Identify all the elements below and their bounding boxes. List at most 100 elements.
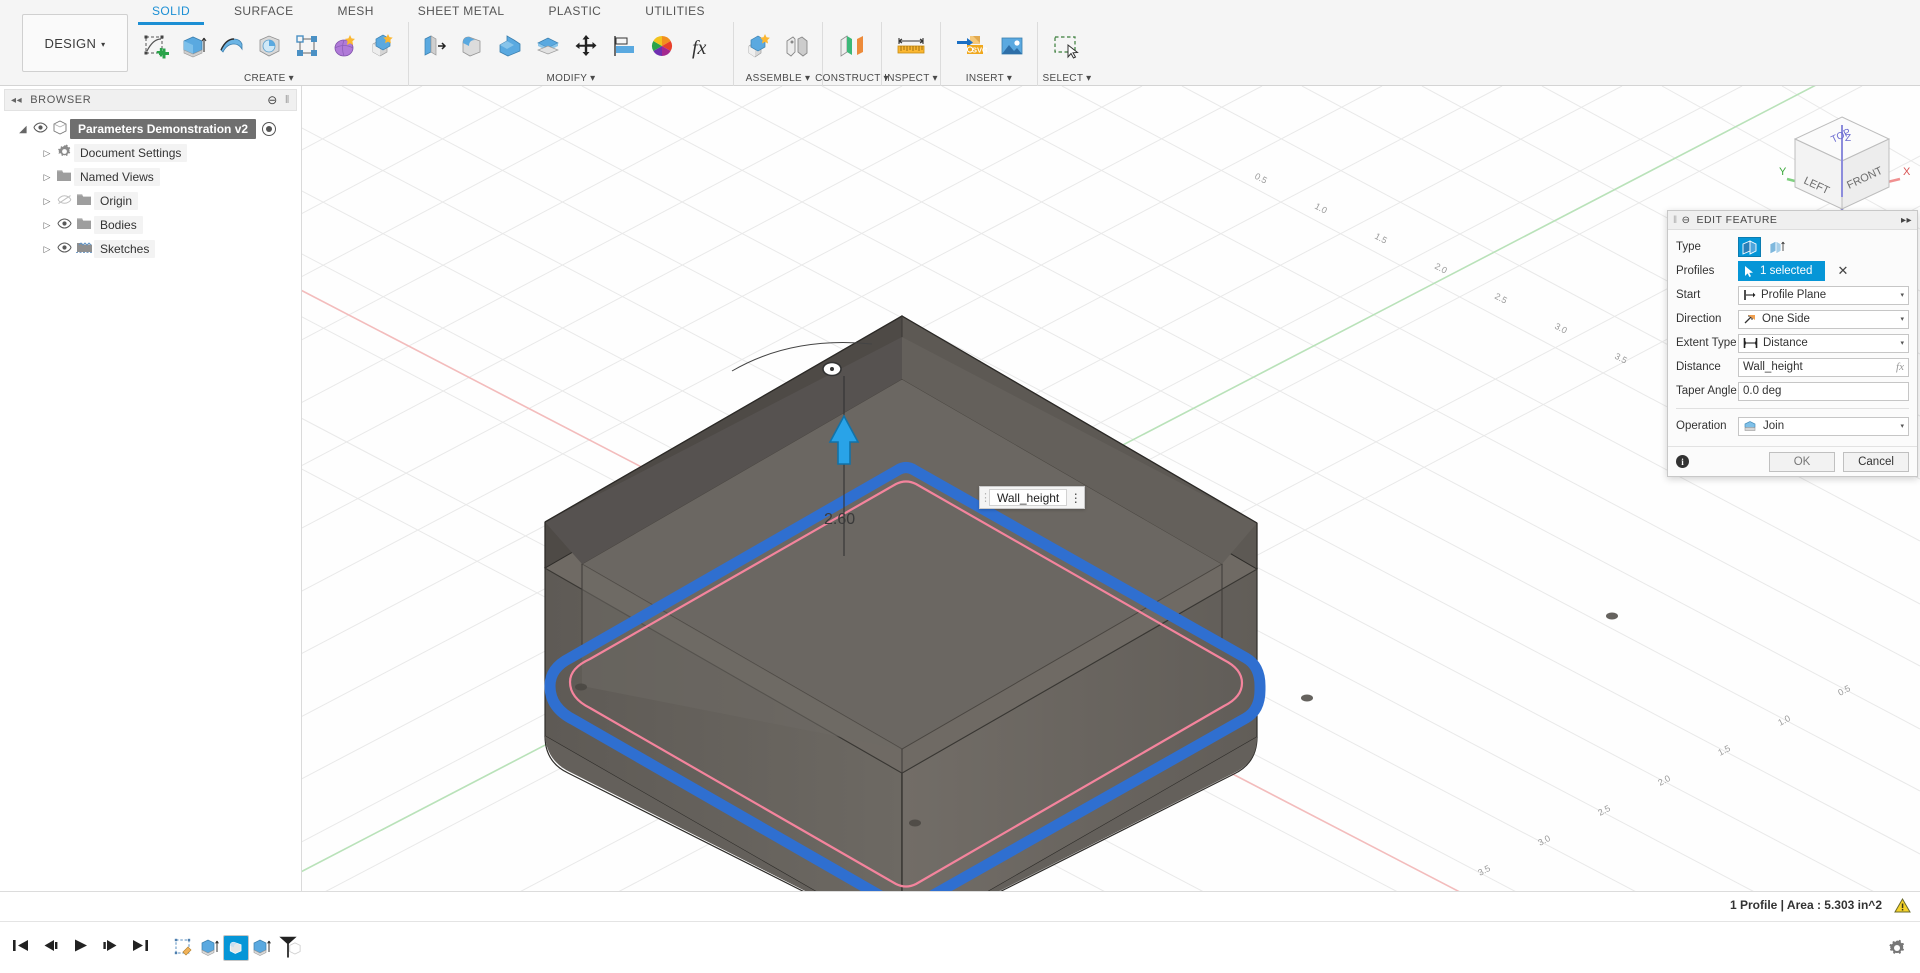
minimize-icon[interactable]: ⊖: [267, 93, 278, 107]
taper-angle-input[interactable]: 0.0 deg: [1738, 382, 1909, 401]
expand-triangle-icon[interactable]: ▷: [40, 148, 54, 159]
warning-triangle-icon[interactable]: [1894, 898, 1910, 912]
play-button[interactable]: [72, 938, 89, 958]
extrude-distance-value[interactable]: 2.60: [824, 511, 855, 529]
start-dropdown[interactable]: Profile Plane ▾: [1738, 286, 1909, 305]
measure-button[interactable]: [888, 24, 934, 68]
parameter-name-field[interactable]: Wall_height: [989, 489, 1067, 506]
revolve-button[interactable]: [212, 24, 250, 68]
tab-mesh[interactable]: MESH: [316, 0, 396, 22]
tooltip-overflow-menu-icon[interactable]: ⋮: [1067, 491, 1084, 505]
visibility-eye-icon[interactable]: [54, 218, 74, 232]
distance-input[interactable]: Wall_height fx: [1738, 358, 1909, 377]
info-icon[interactable]: i: [1676, 455, 1689, 468]
clear-selection-icon[interactable]: ✕: [1837, 263, 1848, 279]
ribbon-group-label-assemble[interactable]: ASSEMBLE ▾: [746, 73, 811, 84]
ok-button[interactable]: OK: [1769, 452, 1835, 472]
tab-solid[interactable]: SOLID: [130, 0, 212, 22]
profiles-selection-button[interactable]: 1 selected: [1738, 261, 1825, 281]
step-back-button[interactable]: [42, 938, 59, 958]
create-form-button[interactable]: [326, 24, 364, 68]
expand-triangle-icon[interactable]: ◢: [16, 124, 30, 135]
panel-grip-icon[interactable]: ‖: [1673, 215, 1678, 226]
align-button[interactable]: [605, 24, 643, 68]
expand-triangle-icon[interactable]: ▷: [40, 220, 54, 231]
expand-triangle-icon[interactable]: ▷: [40, 172, 54, 183]
operation-value: Join: [1763, 420, 1784, 432]
ribbon-group-label-create[interactable]: CREATE ▾: [244, 73, 294, 84]
insert-svg-button[interactable]: SVG: [947, 24, 993, 68]
browser-node-sketches[interactable]: ▷ Sketches: [0, 237, 301, 261]
create-box-button[interactable]: [364, 24, 402, 68]
direction-dropdown[interactable]: One Side ▾: [1738, 310, 1909, 329]
browser-node-root[interactable]: ◢ Parameters Demonstration v2: [0, 117, 301, 141]
timeline-settings-button[interactable]: [1888, 939, 1906, 962]
pattern-button[interactable]: [288, 24, 326, 68]
tooltip-grip-icon[interactable]: ⋮: [980, 491, 989, 504]
workspace-label: DESIGN: [45, 36, 97, 51]
cancel-button[interactable]: Cancel: [1843, 452, 1909, 472]
create-sketch-button[interactable]: [136, 24, 174, 68]
offset-plane-button[interactable]: [829, 24, 875, 68]
timeline-extrude-feature-2[interactable]: [249, 935, 275, 961]
change-parameters-button[interactable]: fx: [681, 24, 727, 68]
insert-image-button[interactable]: [993, 24, 1031, 68]
joint-button[interactable]: [778, 24, 816, 68]
fillet-button[interactable]: [453, 24, 491, 68]
type-option-profile-button[interactable]: [1738, 237, 1761, 257]
select-window-button[interactable]: [1044, 24, 1090, 68]
tab-sheet-metal[interactable]: SHEET METAL: [396, 0, 527, 22]
browser-header: ◂◂ BROWSER ⊖ ‖: [4, 89, 297, 111]
ribbon-group-label-inspect[interactable]: INSPECT ▾: [884, 73, 938, 84]
align-icon: [610, 32, 638, 60]
browser-node-document-settings[interactable]: ▷ Document Settings: [0, 141, 301, 165]
new-component-button[interactable]: [740, 24, 778, 68]
type-option-symmetric-button[interactable]: [1765, 237, 1788, 257]
distance-value: Wall_height: [1743, 361, 1803, 373]
ribbon-group-label-construct[interactable]: CONSTRUCT ▾: [815, 73, 889, 84]
timeline-sketch-feature[interactable]: [171, 935, 197, 961]
fx-expression-icon[interactable]: fx: [1896, 361, 1904, 373]
browser-node-origin[interactable]: ▷ Origin: [0, 189, 301, 213]
tab-utilities[interactable]: UTILITIES: [623, 0, 727, 22]
expand-triangle-icon[interactable]: ▷: [40, 244, 54, 255]
visibility-eye-hidden-icon[interactable]: [54, 194, 74, 208]
jump-to-beginning-button[interactable]: [12, 938, 29, 958]
viewport-canvas[interactable]: 0.5 1.0 1.5 2.0 2.5 3.0 3.5 4.0 4.5 5.0 …: [302, 86, 1920, 891]
visibility-eye-icon[interactable]: [54, 242, 74, 256]
ribbon-group-label-insert[interactable]: INSERT ▾: [966, 73, 1013, 84]
step-forward-button[interactable]: [102, 938, 119, 958]
expand-icon[interactable]: ▸▸: [1901, 215, 1912, 226]
expand-triangle-icon[interactable]: ▷: [40, 196, 54, 207]
timeline-fillet-feature[interactable]: [223, 935, 249, 961]
tab-plastic[interactable]: PLASTIC: [526, 0, 623, 22]
panel-grip-icon[interactable]: ‖: [285, 94, 290, 106]
label-operation: Operation: [1676, 420, 1738, 432]
activate-component-radio[interactable]: [262, 122, 276, 136]
extent-type-dropdown[interactable]: Distance ▾: [1738, 334, 1909, 353]
ribbon-group-label-select[interactable]: SELECT ▾: [1043, 73, 1092, 84]
tab-surface[interactable]: SURFACE: [212, 0, 315, 22]
extrude-button[interactable]: [174, 24, 212, 68]
minimize-icon[interactable]: ⊖: [1682, 215, 1691, 226]
edit-feature-panel[interactable]: ‖ ⊖ EDIT FEATURE ▸▸ Type: [1667, 210, 1918, 477]
parameter-tooltip[interactable]: ⋮ Wall_height ⋮: [979, 486, 1085, 509]
move-copy-button[interactable]: [567, 24, 605, 68]
jump-to-end-button[interactable]: [132, 938, 149, 958]
workspace-switcher-button[interactable]: DESIGN ▾: [22, 14, 128, 72]
collapse-icon[interactable]: ◂◂: [11, 95, 22, 106]
ribbon-group-label-modify[interactable]: MODIFY ▾: [547, 73, 596, 84]
ribbon-group-assemble: ASSEMBLE ▾: [733, 22, 822, 86]
browser-panel: ◂◂ BROWSER ⊖ ‖ ◢ Parameters Demonstratio…: [0, 86, 302, 891]
timeline-extrude-feature-1[interactable]: [197, 935, 223, 961]
browser-node-named-views[interactable]: ▷ Named Views: [0, 165, 301, 189]
operation-dropdown[interactable]: Join ▾: [1738, 417, 1909, 436]
visibility-eye-icon[interactable]: [30, 122, 50, 136]
sweep-button[interactable]: [250, 24, 288, 68]
shell-button[interactable]: [491, 24, 529, 68]
browser-node-bodies[interactable]: ▷ Bodies: [0, 213, 301, 237]
timeline-end-marker[interactable]: [275, 935, 301, 961]
press-pull-button[interactable]: [415, 24, 453, 68]
offset-face-button[interactable]: [529, 24, 567, 68]
appearance-button[interactable]: [643, 24, 681, 68]
